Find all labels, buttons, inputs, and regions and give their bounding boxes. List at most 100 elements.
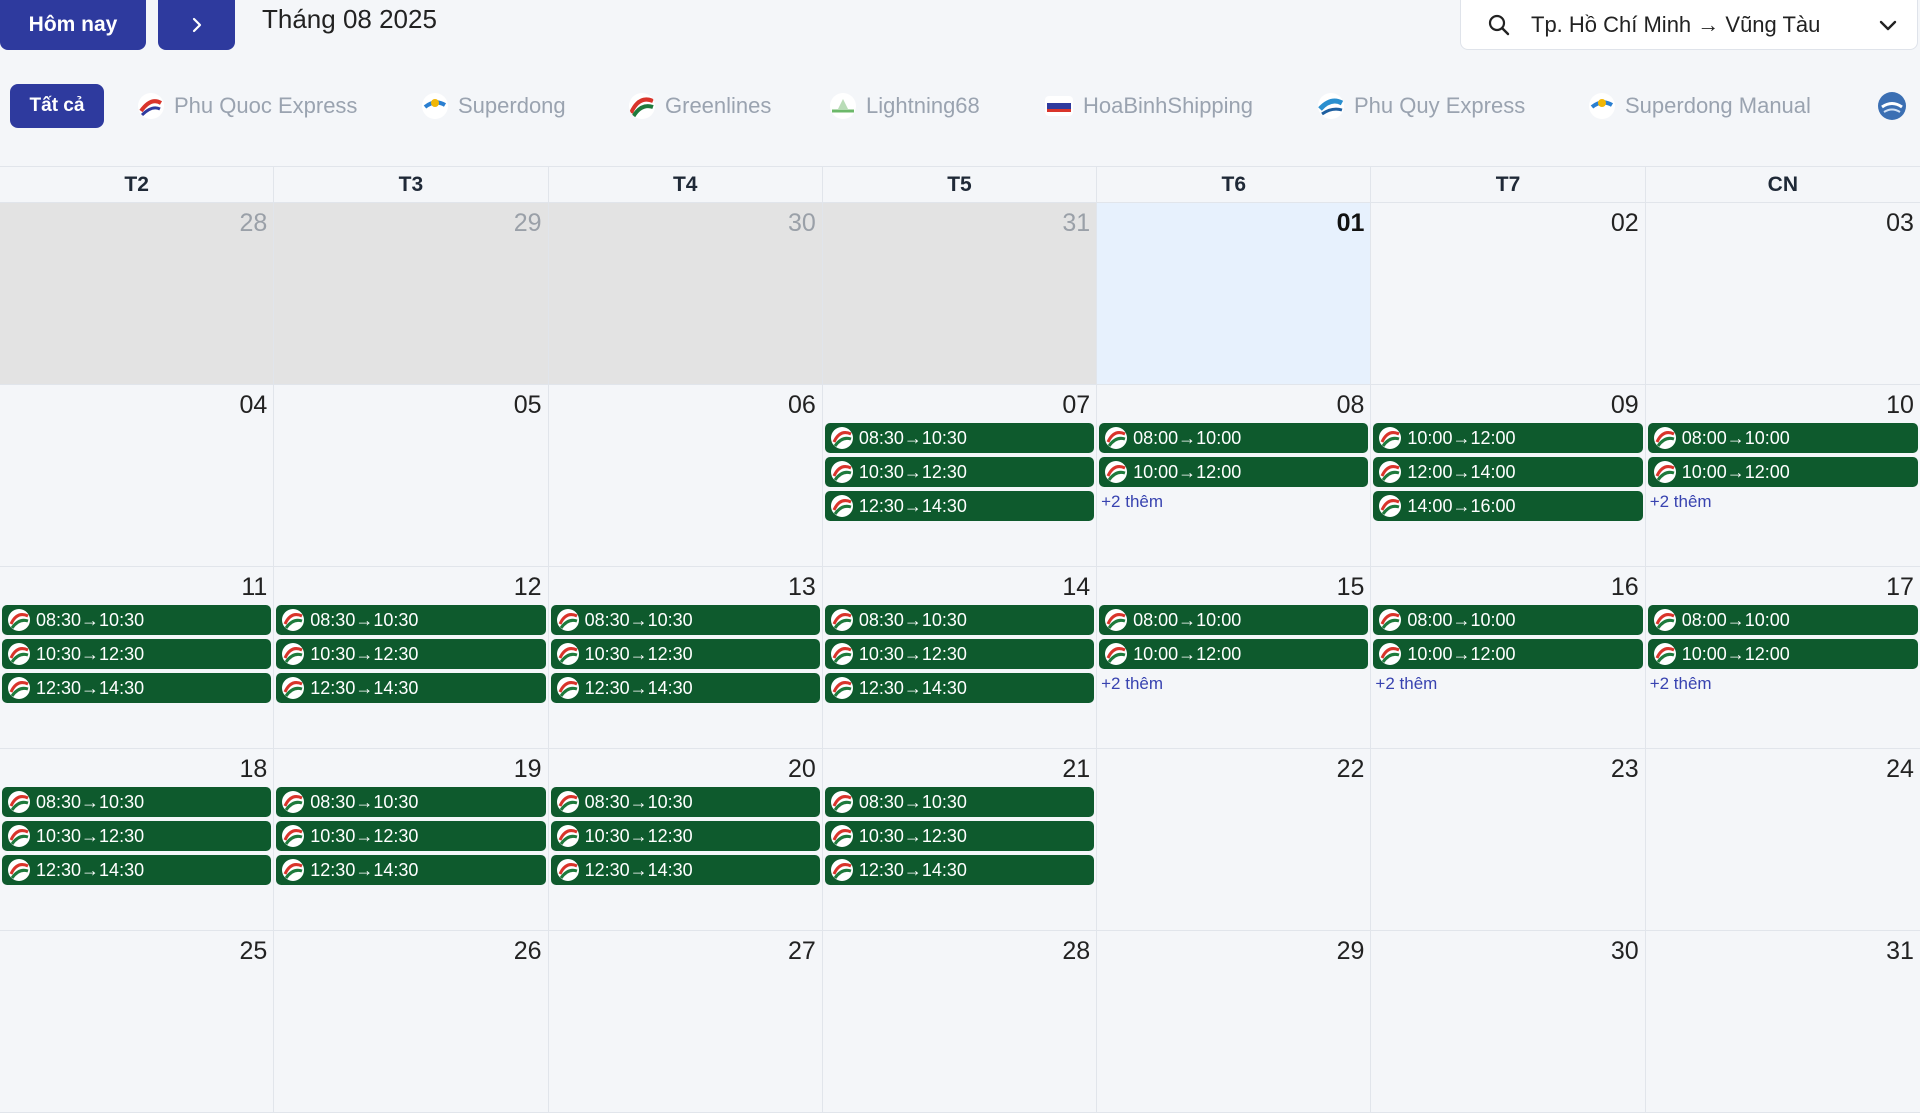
calendar-day-cell[interactable]: 31 [1646,931,1920,1112]
filter-superdong-manual[interactable]: Superdong Manual [1589,90,1811,122]
trip-event[interactable]: 08:30→10:30 [276,787,546,817]
day-number: 16 [1610,573,1639,601]
trip-event[interactable]: 08:00→10:00 [1099,605,1369,635]
calendar-day-cell[interactable]: 18 08:30→10:30 10:30→12:30 12:30→14:30 [0,749,275,930]
calendar-day-cell[interactable]: 15 08:00→10:00 10:00→12:00 +2 thêm [1097,567,1372,748]
calendar-day-cell[interactable]: 06 [549,385,823,566]
greenlines-logo-icon [1105,609,1128,631]
calendar-day-cell[interactable]: 21 08:30→10:30 10:30→12:30 12:30→14:30 [823,749,1098,930]
more-events-link[interactable]: +2 thêm [1373,673,1642,695]
trip-event[interactable]: 08:00→10:00 [1647,423,1918,453]
filter-all-chip[interactable]: Tất cả [10,84,104,128]
trip-event[interactable]: 08:00→10:00 [1647,605,1918,635]
trip-event[interactable]: 10:30→12:30 [276,639,546,669]
greenlines-logo-icon [1379,427,1402,449]
trip-event[interactable]: 12:30→14:30 [550,673,820,703]
calendar-day-cell[interactable]: 02 [1371,203,1646,384]
filter-hoabinhshipping[interactable]: HoaBinhShipping [1045,90,1253,122]
greenlines-logo-icon [282,609,305,631]
trip-event[interactable]: 10:30→12:30 [276,821,546,851]
calendar-day-cell[interactable]: 13 08:30→10:30 10:30→12:30 12:30→14:30 [549,567,823,748]
calendar-day-cell[interactable]: 07 08:30→10:30 10:30→12:30 12:30→14:30 [823,385,1098,566]
trip-event[interactable]: 10:00→12:00 [1099,639,1369,669]
trip-event[interactable]: 12:30→14:30 [276,673,546,703]
calendar-day-cell[interactable]: 22 [1097,749,1372,930]
trip-event[interactable]: 08:30→10:30 [824,787,1095,817]
filter-superdong[interactable]: Superdong [422,90,566,122]
chevron-down-icon[interactable] [1877,14,1899,36]
calendar-day-cell[interactable]: 25 [0,931,275,1112]
trip-event[interactable]: 08:30→10:30 [276,605,546,635]
filter-lightning68[interactable]: Lightning68 [830,90,980,122]
trip-event[interactable]: 10:00→12:00 [1099,457,1369,487]
trip-event[interactable]: 10:30→12:30 [2,639,272,669]
calendar-day-cell[interactable]: 16 08:00→10:00 10:00→12:00 +2 thêm [1371,567,1646,748]
trip-event[interactable]: 12:30→14:30 [824,491,1095,521]
calendar-day-today[interactable]: 01 [1097,203,1372,384]
calendar-day-cell[interactable]: 04 [0,385,275,566]
calendar-day-cell[interactable]: 28 [0,203,275,384]
route-select[interactable]: Tp. Hồ Chí Minh → Vũng Tàu [1460,0,1918,50]
trip-event[interactable]: 08:30→10:30 [824,423,1095,453]
calendar-week-row: 25 26 27 28 29 30 31 [0,931,1920,1113]
more-events-link[interactable]: +2 thêm [1648,491,1918,513]
trip-event[interactable]: 08:00→10:00 [1099,423,1369,453]
trip-event[interactable]: 12:30→14:30 [824,855,1095,885]
trip-event[interactable]: 10:00→12:00 [1373,639,1643,669]
trip-event[interactable]: 10:30→12:30 [824,457,1095,487]
greenlines-logo-icon [282,791,305,813]
calendar-day-cell[interactable]: 30 [1371,931,1646,1112]
trip-event[interactable]: 10:00→12:00 [1647,639,1918,669]
trip-event[interactable]: 08:30→10:30 [550,787,820,817]
calendar-day-cell[interactable]: 12 08:30→10:30 10:30→12:30 12:30→14:30 [274,567,549,748]
filter-greenlines[interactable]: Greenlines [629,90,771,122]
filter-more-operator[interactable] [1878,90,1916,122]
trip-event[interactable]: 10:30→12:30 [824,821,1095,851]
filter-phu-quy-express[interactable]: Phu Quy Express [1318,90,1525,122]
trip-event[interactable]: 08:30→10:30 [2,605,272,635]
trip-event[interactable]: 14:00→16:00 [1373,491,1643,521]
trip-event[interactable]: 12:30→14:30 [2,855,272,885]
trip-event[interactable]: 08:00→10:00 [1373,605,1643,635]
next-month-button[interactable] [158,0,235,50]
more-events-link[interactable]: +2 thêm [1648,673,1918,695]
trip-event[interactable]: 12:30→14:30 [824,673,1095,703]
calendar-day-cell[interactable]: 09 10:00→12:00 12:00→14:00 14:00→16:00 [1371,385,1646,566]
calendar-day-cell[interactable]: 26 [274,931,549,1112]
calendar-day-cell[interactable]: 23 [1371,749,1646,930]
calendar-day-cell[interactable]: 17 08:00→10:00 10:00→12:00 +2 thêm [1646,567,1920,748]
calendar-day-cell[interactable]: 30 [548,203,823,384]
trip-event[interactable]: 10:30→12:30 [550,821,820,851]
trip-event[interactable]: 08:30→10:30 [2,787,272,817]
trip-event[interactable]: 12:30→14:30 [550,855,820,885]
more-events-link[interactable]: +2 thêm [1099,673,1368,695]
calendar-day-cell[interactable]: 28 [823,931,1098,1112]
today-button[interactable]: Hôm nay [0,0,146,50]
trip-event[interactable]: 12:30→14:30 [2,673,272,703]
calendar-day-cell[interactable]: 10 08:00→10:00 10:00→12:00 +2 thêm [1646,385,1920,566]
trip-event[interactable]: 08:30→10:30 [550,605,820,635]
calendar-day-cell[interactable]: 31 [822,203,1098,384]
trip-time-label: 10:30→12:30 [584,825,693,846]
trip-event[interactable]: 10:30→12:30 [550,639,820,669]
trip-event[interactable]: 12:30→14:30 [276,855,546,885]
filter-phu-quoc-express[interactable]: Phu Quoc Express [138,90,357,122]
trip-event[interactable]: 10:30→12:30 [824,639,1095,669]
calendar-day-cell[interactable]: 05 [274,385,549,566]
calendar-day-cell[interactable]: 27 [549,931,823,1112]
trip-event[interactable]: 10:00→12:00 [1647,457,1918,487]
calendar-day-cell[interactable]: 20 08:30→10:30 10:30→12:30 12:30→14:30 [549,749,823,930]
trip-event[interactable]: 12:00→14:00 [1373,457,1643,487]
more-events-link[interactable]: +2 thêm [1099,491,1368,513]
trip-event[interactable]: 10:30→12:30 [2,821,272,851]
calendar-day-cell[interactable]: 11 08:30→10:30 10:30→12:30 12:30→14:30 [0,567,275,748]
trip-event[interactable]: 10:00→12:00 [1373,423,1643,453]
calendar-day-cell[interactable]: 19 08:30→10:30 10:30→12:30 12:30→14:30 [274,749,549,930]
calendar-day-cell[interactable]: 29 [1097,931,1372,1112]
calendar-day-cell[interactable]: 08 08:00→10:00 10:00→12:00 +2 thêm [1097,385,1372,566]
calendar-day-cell[interactable]: 29 [274,203,549,384]
calendar-day-cell[interactable]: 14 08:30→10:30 10:30→12:30 12:30→14:30 [823,567,1098,748]
trip-event[interactable]: 08:30→10:30 [824,605,1095,635]
calendar-day-cell[interactable]: 03 [1646,203,1920,384]
calendar-day-cell[interactable]: 24 [1646,749,1920,930]
